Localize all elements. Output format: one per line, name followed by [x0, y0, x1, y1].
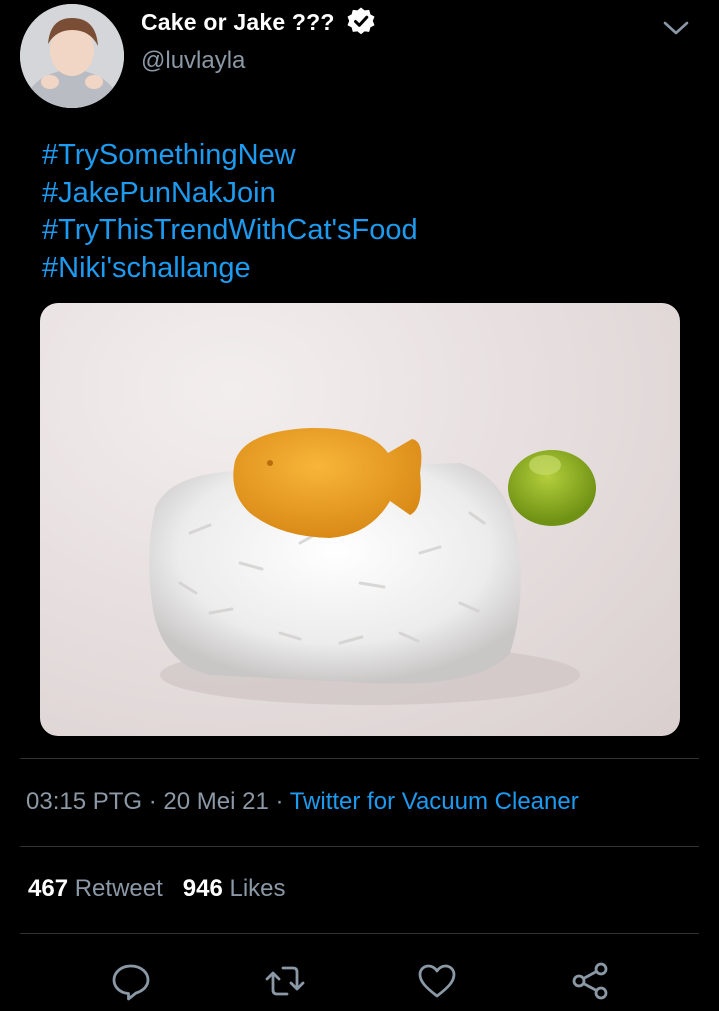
tweet-time[interactable]: 03:15 PTG [26, 788, 142, 815]
user-handle[interactable]: @luvlayla [141, 47, 245, 75]
tweet-source-link[interactable]: Twitter for Vacuum Cleaner [290, 788, 579, 815]
meta-separator: · [268, 788, 290, 815]
share-button[interactable] [567, 960, 613, 1006]
display-name[interactable]: Cake or Jake ??? [141, 9, 335, 36]
divider [20, 933, 699, 934]
hashtag-link[interactable]: #TrySomethingNew [42, 137, 418, 175]
heart-icon [415, 959, 459, 1008]
chevron-down-icon[interactable] [660, 12, 692, 44]
meta-separator: · [142, 788, 164, 815]
verified-badge-icon [345, 6, 377, 38]
likes-stat[interactable]: 946 Likes [183, 875, 286, 902]
retweets-stat[interactable]: 467 Retweet [28, 875, 163, 902]
tweet-meta: 03:15 PTG · 20 Mei 21 · Twitter for Vacu… [26, 788, 579, 816]
tweet-date[interactable]: 20 Mei 21 [163, 788, 268, 815]
retweet-button[interactable] [262, 960, 308, 1006]
tweet-text: #TrySomethingNew #JakePunNakJoin #TryThi… [42, 137, 418, 287]
divider [20, 846, 699, 847]
hashtag-link[interactable]: #JakePunNakJoin [42, 175, 418, 213]
likes-count: 946 [182, 875, 223, 902]
share-icon [568, 959, 612, 1008]
tweet-photo[interactable] [40, 303, 680, 736]
hashtag-link[interactable]: #TryThisTrendWithCat'sFood [42, 212, 418, 250]
divider [20, 758, 699, 759]
reply-button[interactable] [108, 960, 154, 1006]
avatar[interactable] [20, 4, 124, 108]
like-button[interactable] [414, 960, 460, 1006]
hashtag-link[interactable]: #Niki'schallange [42, 250, 418, 288]
engagement-stats: 467 Retweet 946 Likes [28, 875, 286, 903]
tweet-detail-page: Cake or Jake ??? @luvlayla #TrySomething… [0, 0, 719, 1011]
retweets-count: 467 [28, 875, 69, 902]
author-name-row[interactable]: Cake or Jake ??? [141, 6, 377, 38]
retweets-label: Retweet [74, 875, 163, 902]
likes-label: Likes [229, 875, 286, 902]
reply-icon [109, 959, 153, 1008]
retweet-icon [263, 959, 307, 1008]
